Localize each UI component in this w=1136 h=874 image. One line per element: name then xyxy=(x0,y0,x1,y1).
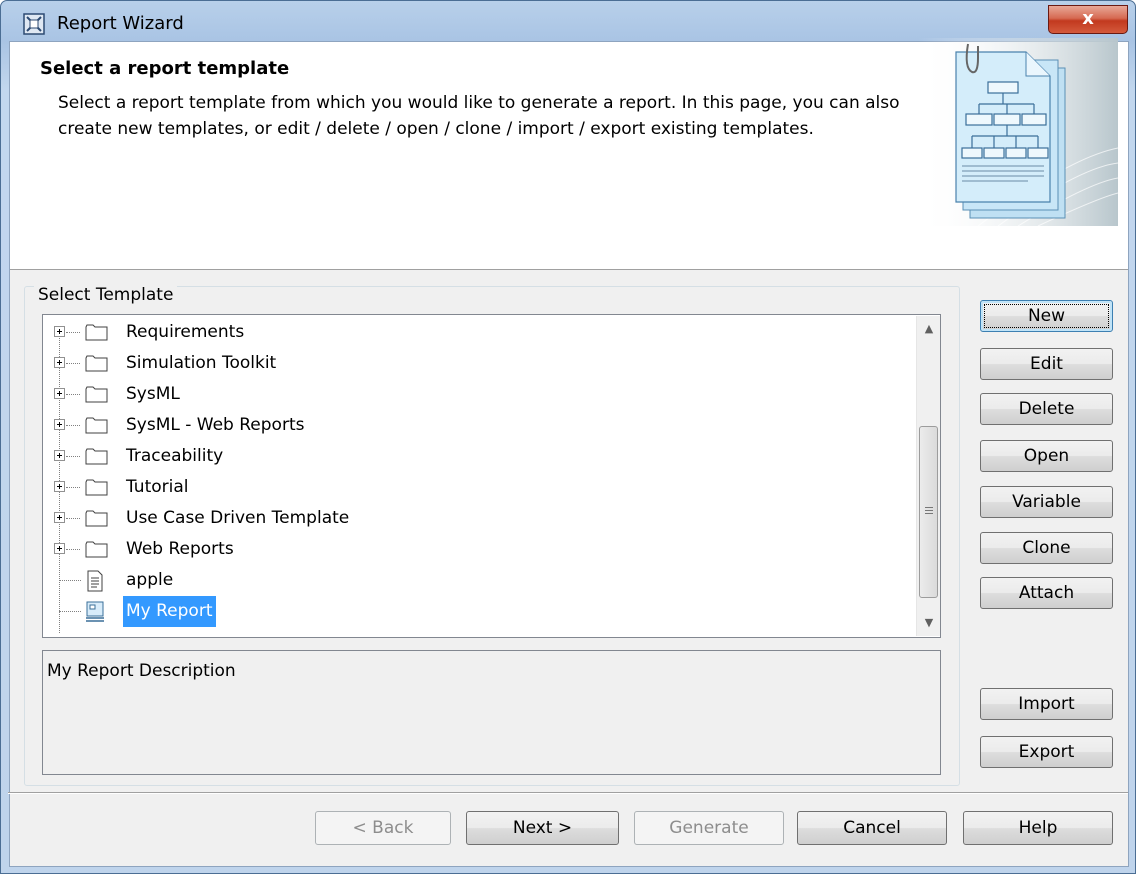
folder-icon xyxy=(85,417,108,434)
tree-item-label: Use Case Driven Template xyxy=(126,508,350,528)
report-template-icon xyxy=(86,601,104,622)
tree-item-label: My Report xyxy=(123,596,216,627)
clone-button[interactable]: Clone xyxy=(980,532,1113,564)
expand-icon[interactable] xyxy=(54,512,65,523)
next-button-label: Next > xyxy=(512,818,573,838)
folder-icon xyxy=(85,355,108,372)
grip-icon xyxy=(925,507,933,516)
report-template-illustration xyxy=(918,38,1118,226)
close-button[interactable]: x xyxy=(1048,5,1128,34)
cancel-button[interactable]: Cancel xyxy=(797,811,947,845)
select-template-label: Select Template xyxy=(34,285,178,305)
document-icon xyxy=(87,570,103,592)
window-title: Report Wizard xyxy=(57,13,184,34)
tree-item-label: SysML xyxy=(126,384,180,404)
help-button-label: Help xyxy=(1018,818,1058,838)
generate-button-label: Generate xyxy=(669,818,749,838)
generate-button[interactable]: Generate xyxy=(634,811,784,845)
help-button[interactable]: Help xyxy=(963,811,1113,845)
attach-button[interactable]: Attach xyxy=(980,577,1113,609)
folder-icon xyxy=(85,541,108,558)
back-button-label: < Back xyxy=(352,818,414,838)
expand-icon[interactable] xyxy=(54,450,65,461)
variable-button-label: Variable xyxy=(1012,492,1081,512)
tree-scrollbar[interactable]: ▲ ▼ xyxy=(916,316,940,636)
expand-icon[interactable] xyxy=(54,388,65,399)
expand-icon[interactable] xyxy=(54,326,65,337)
folder-icon xyxy=(85,448,108,465)
template-description-text: My Report Description xyxy=(47,661,236,681)
scroll-down-icon[interactable]: ▼ xyxy=(917,612,940,634)
footer-divider xyxy=(8,792,1128,794)
import-button[interactable]: Import xyxy=(980,688,1113,720)
report-wizard-icon xyxy=(23,13,45,35)
tree-item-label: apple xyxy=(126,570,174,590)
new-button[interactable]: New xyxy=(980,300,1113,332)
next-button[interactable]: Next > xyxy=(466,811,619,845)
page-description: Select a report template from which you … xyxy=(58,93,900,139)
tree-item-label: Requirements xyxy=(126,322,245,342)
edit-button-label: Edit xyxy=(1030,354,1063,374)
close-icon: x xyxy=(1082,8,1094,29)
scroll-thumb[interactable] xyxy=(919,426,938,598)
folder-icon xyxy=(85,510,108,527)
tree-item-label: Simulation Toolkit xyxy=(126,353,277,373)
tree-item-label: Web Reports xyxy=(126,539,234,559)
export-button[interactable]: Export xyxy=(980,736,1113,768)
scroll-up-icon[interactable]: ▲ xyxy=(917,318,940,340)
folder-icon xyxy=(85,324,108,341)
expand-icon[interactable] xyxy=(54,481,65,492)
expand-icon[interactable] xyxy=(54,419,65,430)
back-button[interactable]: < Back xyxy=(315,811,451,845)
cancel-button-label: Cancel xyxy=(843,818,901,838)
edit-button[interactable]: Edit xyxy=(980,348,1113,380)
template-tree[interactable]: Requirements Simulation Toolkit SysML Sy… xyxy=(42,314,941,638)
delete-button-label: Delete xyxy=(1018,399,1075,419)
title-bar[interactable]: Report Wizard x xyxy=(1,1,1135,41)
export-button-label: Export xyxy=(1018,742,1075,762)
tree-item-label: Traceability xyxy=(126,446,224,466)
expand-icon[interactable] xyxy=(54,543,65,554)
template-description: My Report Description xyxy=(42,650,941,775)
expand-icon[interactable] xyxy=(54,357,65,368)
open-button[interactable]: Open xyxy=(980,440,1113,472)
attach-button-label: Attach xyxy=(1018,583,1075,603)
tree-item-label: Tutorial xyxy=(126,477,189,497)
variable-button[interactable]: Variable xyxy=(980,486,1113,518)
import-button-label: Import xyxy=(1018,694,1075,714)
open-button-label: Open xyxy=(1023,446,1070,466)
folder-icon xyxy=(85,386,108,403)
delete-button[interactable]: Delete xyxy=(980,393,1113,425)
folder-icon xyxy=(85,479,108,496)
clone-button-label: Clone xyxy=(1022,538,1071,558)
page-title: Select a report template xyxy=(40,58,290,79)
tree-item-label: SysML - Web Reports xyxy=(126,415,305,435)
